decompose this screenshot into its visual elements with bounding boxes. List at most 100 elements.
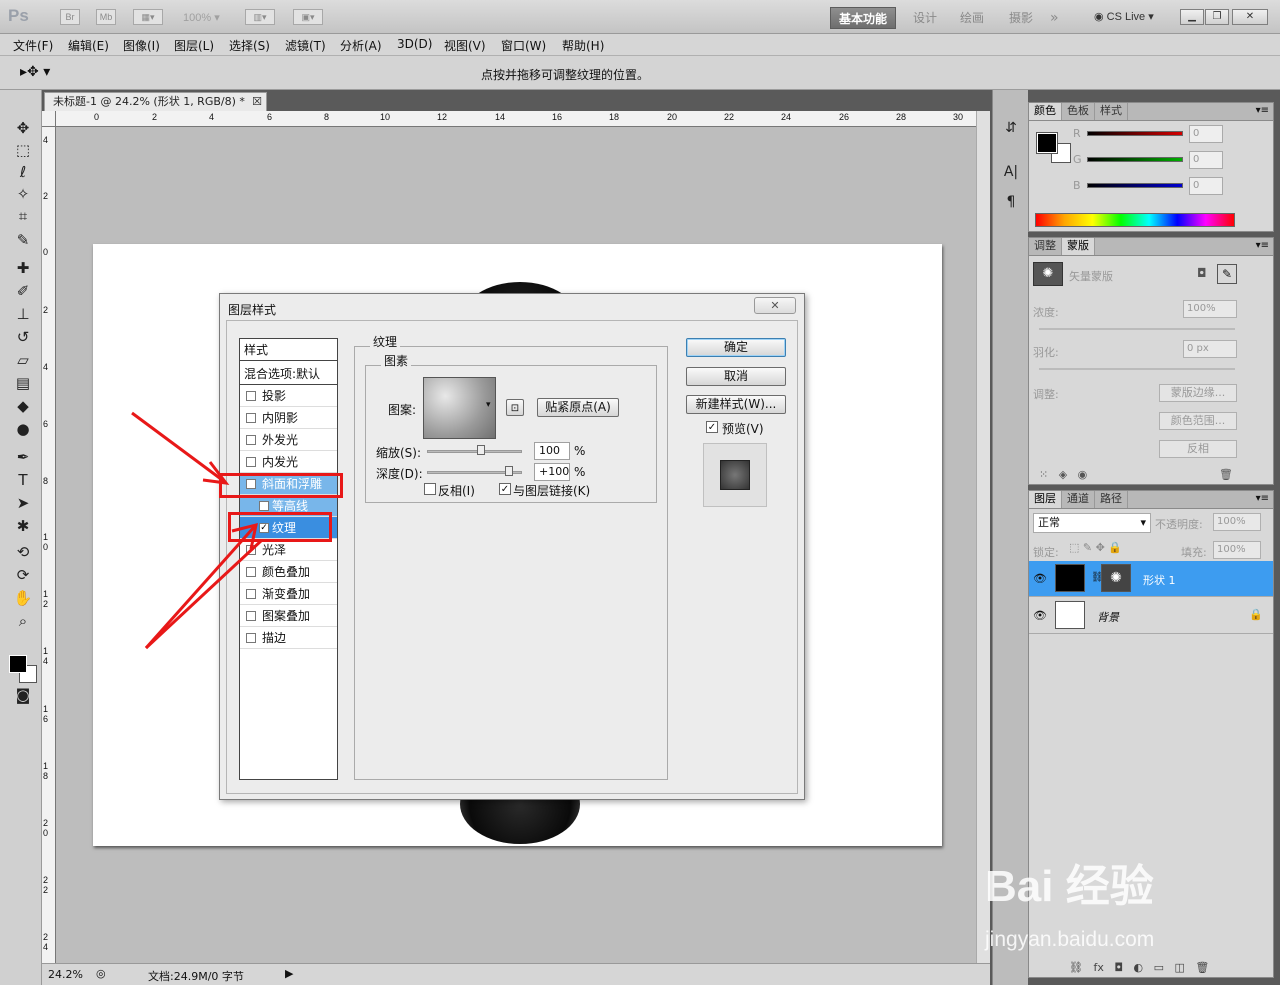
link-with-layer-checkbox[interactable]: ✓ [499,483,511,495]
status-zoom[interactable]: 24.2% [48,968,83,981]
screen-mode-button[interactable]: ▣▾ [293,9,323,25]
close-window-button[interactable]: ✕ [1232,9,1268,25]
menu-select[interactable]: 选择(S) [229,37,270,54]
eye-icon[interactable]: 👁 [1033,572,1047,585]
color-foreground-swatch[interactable] [1036,132,1058,154]
panel-menu-icon[interactable]: ▾≡ [1256,105,1269,116]
channel-b-value[interactable]: 0 [1189,177,1223,195]
crop-tool-icon[interactable]: ⌗ [12,206,34,226]
checkbox[interactable] [246,589,256,599]
minimize-button[interactable]: ▁ [1180,9,1204,25]
foreground-color-swatch[interactable] [9,655,27,673]
hand-tool-icon[interactable]: ✋ [12,588,34,608]
workspace-design[interactable]: 设计 [905,7,945,29]
add-pixel-mask-icon[interactable]: ◘ [1197,266,1207,280]
blur-tool-icon[interactable]: ◆ [12,396,34,416]
workspace-photography[interactable]: 摄影 [1001,7,1041,29]
style-item-stroke[interactable]: 描边 [240,627,337,649]
channel-r-value[interactable]: 0 [1189,125,1223,143]
cancel-button[interactable]: 取消 [686,367,786,386]
style-item-gradient-overlay[interactable]: 渐变叠加 [240,583,337,605]
scale-slider[interactable] [427,450,522,453]
blending-options-item[interactable]: 混合选项:默认 [240,363,337,385]
depth-slider-knob[interactable] [505,466,514,476]
checkbox[interactable] [246,545,256,555]
magic-wand-tool-icon[interactable]: ✧ [12,184,34,204]
channel-g-slider[interactable] [1087,157,1183,162]
dodge-tool-icon[interactable]: ● [12,419,34,439]
checkbox[interactable] [246,413,256,423]
checkbox[interactable] [246,391,256,401]
healing-brush-tool-icon[interactable]: ✚ [12,258,34,278]
mini-bridge-button[interactable]: Mb [96,9,116,25]
mask-edge-button[interactable]: 蒙版边缘... [1159,384,1237,402]
checkbox[interactable] [246,435,256,445]
color-range-button[interactable]: 颜色范围... [1159,412,1237,430]
style-item-color-overlay[interactable]: 颜色叠加 [240,561,337,583]
layer-row-shape1[interactable]: 👁 ⛓ ✺ 形状 1 [1029,561,1273,597]
panel-menu-icon[interactable]: ▾≡ [1256,240,1269,251]
lock-icons[interactable]: ⬚ ✎ ✥ 🔒 [1069,541,1122,554]
feather-slider[interactable] [1039,368,1235,370]
new-preset-icon[interactable]: ⊡ [506,399,524,416]
eraser-tool-icon[interactable]: ▱ [12,350,34,370]
status-info-icon[interactable]: ◎ [96,967,106,980]
new-style-button[interactable]: 新建样式(W)... [686,395,786,414]
tool-preset-picker[interactable]: ▸✥ ▾ [20,64,50,80]
view-extras-button[interactable]: ▦▾ [133,9,163,25]
density-value[interactable]: 100% [1183,300,1237,318]
more-workspaces-button[interactable]: » [1042,7,1067,29]
document-tab[interactable]: 未标题-1 @ 24.2% (形状 1, RGB/8) * ☒ [44,92,267,111]
pattern-dropdown-arrow-icon[interactable]: ▾ [486,400,491,410]
add-vector-mask-icon[interactable]: ✎ [1217,264,1237,284]
pen-tool-icon[interactable]: ✒ [12,447,34,467]
tab-masks[interactable]: 蒙版 [1062,238,1095,255]
tab-adjustments[interactable]: 调整 [1029,238,1062,255]
zoom-tool-icon[interactable]: ⌕ [12,611,34,631]
scale-input[interactable]: 100 [534,442,570,460]
menu-view[interactable]: 视图(V) [444,37,486,54]
brush-tool-icon[interactable]: ✐ [12,281,34,301]
tab-swatches[interactable]: 色板 [1062,103,1095,120]
tab-layers[interactable]: 图层 [1029,491,1062,508]
vertical-scrollbar[interactable] [976,111,990,963]
style-list-header[interactable]: 样式 [240,339,337,361]
bridge-button[interactable]: Br [60,9,80,25]
gradient-tool-icon[interactable]: ▤ [12,373,34,393]
vector-mask-thumbnail-icon[interactable]: ✺ [1033,262,1063,286]
opacity-value[interactable]: 100% [1213,513,1261,531]
clone-stamp-tool-icon[interactable]: ⊥ [12,304,34,324]
depth-input[interactable]: +100 [534,463,570,481]
style-item-outer-glow[interactable]: 外发光 [240,429,337,451]
cs-live-button[interactable]: ◉ CS Live ▾ [1094,10,1154,23]
vector-mask-thumbnail[interactable]: ✺ [1101,564,1131,592]
channel-g-value[interactable]: 0 [1189,151,1223,169]
mask-footer-icons[interactable]: ⁙ ◈ ◉ [1039,468,1087,481]
ruler-origin[interactable] [42,111,56,127]
lasso-tool-icon[interactable]: ℓ [12,162,34,182]
checkbox[interactable] [246,567,256,577]
menu-window[interactable]: 窗口(W) [501,37,546,54]
fill-value[interactable]: 100% [1213,541,1261,559]
quick-mask-icon[interactable]: ◙ [12,685,34,705]
status-menu-arrow[interactable]: ▶ [285,967,293,980]
history-panel-icon[interactable]: ⇵ [1001,118,1021,138]
tab-styles[interactable]: 样式 [1095,103,1128,120]
eyedropper-tool-icon[interactable]: ✎ [12,230,34,250]
menu-analysis[interactable]: 分析(A) [340,37,382,54]
menu-edit[interactable]: 编辑(E) [68,37,109,54]
menu-layer[interactable]: 图层(L) [174,37,214,54]
invert-checkbox[interactable] [424,483,436,495]
vertical-ruler[interactable]: 4 2 0 2 4 6 8 1 0 1 2 1 4 1 6 1 8 2 0 2 … [42,127,56,963]
layers-footer-icons[interactable]: ⛓ fx ◘ ◐ ▭ ◫ 🗑 [1069,961,1209,974]
channel-r-slider[interactable] [1087,131,1183,136]
delete-mask-icon[interactable]: 🗑 [1219,468,1233,481]
layer-row-background[interactable]: 👁 背景 🔒 [1029,598,1273,634]
3d-rotate-tool-icon[interactable]: ⟲ [12,542,34,562]
style-item-inner-shadow[interactable]: 内阴影 [240,407,337,429]
menu-help[interactable]: 帮助(H) [562,37,604,54]
blend-mode-select[interactable]: 正常 ▾ [1033,513,1151,533]
path-selection-tool-icon[interactable]: ➤ [12,493,34,513]
density-slider[interactable] [1039,328,1235,330]
type-tool-icon[interactable]: T [12,470,34,490]
